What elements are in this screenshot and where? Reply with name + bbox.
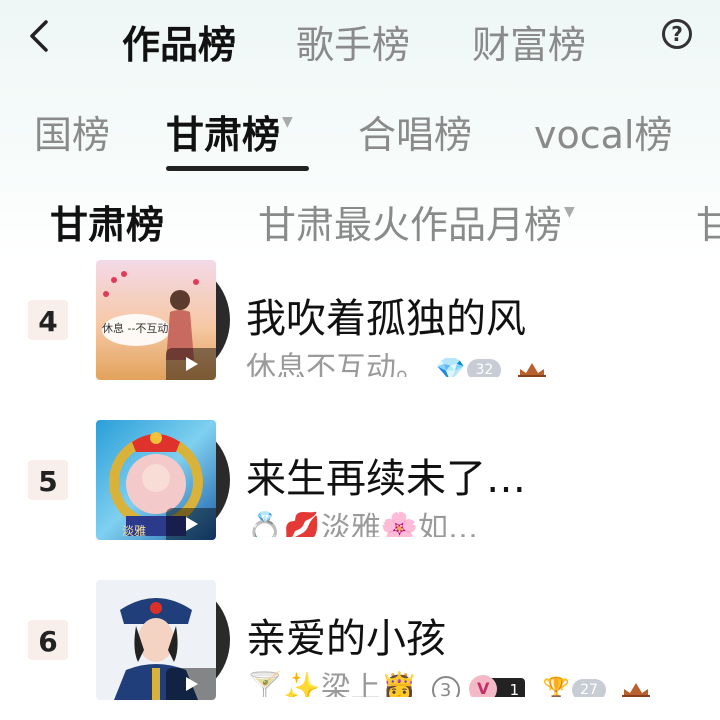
author-line[interactable]: 💍💋淡雅🌸如… [246,503,478,537]
play-icon[interactable] [166,508,216,540]
tab-wealth-chart[interactable]: 财富榜 [472,14,586,69]
diamond-icon: 💎 [435,355,466,378]
gem-count-badge: 32 [467,358,502,377]
chevron-left-icon[interactable] [24,18,54,54]
question-circle-icon[interactable]: ? [662,19,692,49]
caret-down-icon: ▼ [282,114,293,130]
song-title[interactable]: 亲爱的小孩 [246,606,446,664]
filter-gansu-monthly-label: 甘肃最火作品月榜 [258,203,563,247]
subtab-chorus[interactable]: 合唱榜 [358,104,472,159]
active-subtab-underline [166,166,309,171]
tab-works-chart[interactable]: 作品榜 [122,14,236,69]
song-title[interactable]: 我吹着孤独的风 [246,286,526,344]
subtab-gansu-label: 甘肃榜 [166,113,281,157]
play-icon[interactable] [166,348,216,380]
vip-level-badge: 1 [469,674,526,697]
author-name: 💍💋淡雅🌸如… [246,511,479,537]
subtab-national[interactable]: 国榜 [34,104,110,159]
cover-caption: 淡雅 [122,524,147,538]
filter-gansu[interactable]: 甘肃榜 [50,194,164,249]
cover-caption: 休息 --不互动 [102,322,169,335]
play-icon[interactable] [166,668,216,700]
author-line[interactable]: 休息不互动。 💎 32 [246,343,547,377]
crown-level-icon [517,362,546,377]
cover-image[interactable]: 休息 --不互动 [96,260,216,380]
rank-badge: 6 [28,620,68,660]
author-line[interactable]: 🍸✨梁上👸 3 1 🏆27 [246,663,651,697]
tab-singer-chart[interactable]: 歌手榜 [296,14,410,69]
region-tabs: 国榜 甘肃榜 ▼ 合唱榜 vocal榜 [0,96,720,176]
caret-down-icon: ▼ [564,204,575,220]
subtab-vocal[interactable]: vocal榜 [534,104,672,159]
top-navigation: 作品榜 歌手榜 财富榜 ? [0,0,720,80]
subtab-gansu[interactable]: 甘肃榜 ▼ [166,104,293,159]
rank-badge: 4 [28,300,68,340]
song-title[interactable]: 来生再续未了… [246,446,526,504]
cover-image[interactable]: 淡雅 [96,420,216,540]
author-name: 🍸✨梁上👸 [246,671,419,697]
filter-gansu-monthly[interactable]: 甘肃最火作品月榜 ▼ [258,194,575,249]
circled-number: 3 [431,675,460,697]
trophy-icon: 🏆 [542,677,571,697]
author-name: 休息不互动。 [246,351,426,377]
crown-level-icon [622,682,651,697]
cover-image[interactable] [96,580,216,700]
rank-badge: 5 [28,460,68,500]
chart-filters: 甘肃榜 甘肃最火作品月榜 ▼ 甘 [0,190,720,250]
filter-more[interactable]: 甘 [696,194,720,249]
trophy-count-badge: 27 [572,678,606,697]
